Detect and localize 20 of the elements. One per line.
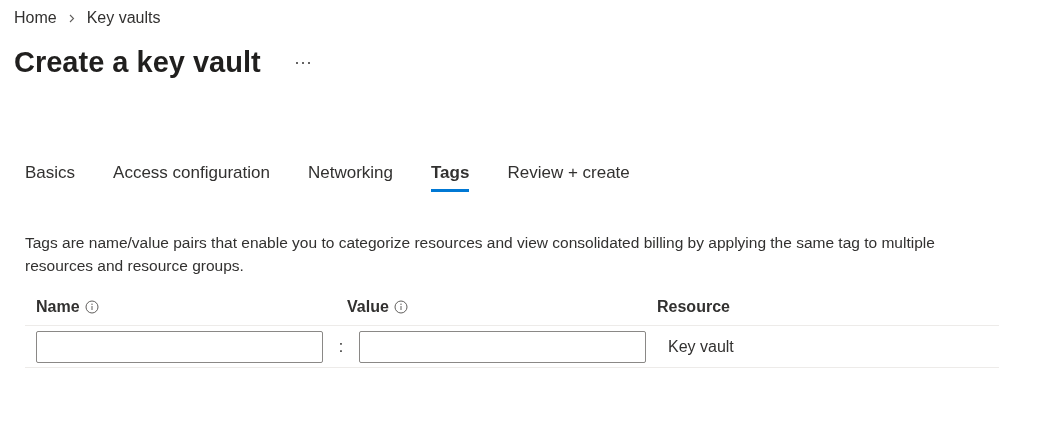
separator: :	[337, 337, 345, 356]
table-cell: Key vault	[668, 337, 734, 356]
breadcrumb-link[interactable]: Home	[14, 9, 57, 27]
name-input-field[interactable]	[36, 330, 323, 363]
column-header: Resource	[657, 298, 730, 316]
page-title: Create a key vault	[14, 45, 261, 79]
tab[interactable]: Basics	[25, 148, 76, 192]
column-header: Name	[36, 298, 80, 316]
value-input-field[interactable]	[359, 330, 646, 363]
info-icon[interactable]	[84, 300, 99, 314]
tab[interactable]: Access configuration	[113, 148, 270, 192]
info-icon[interactable]	[393, 300, 408, 314]
tab[interactable]: Review + create	[507, 148, 630, 192]
breadcrumb-link[interactable]: Key vaults	[86, 9, 161, 27]
tab[interactable]: Tags	[431, 148, 470, 192]
chevron-icon	[68, 13, 75, 23]
column-header: Value	[347, 298, 389, 316]
more-icon[interactable]	[294, 61, 311, 65]
tab[interactable]: Networking	[307, 148, 393, 192]
description: Tags are name/value pairs that enable you to categorize resources and view consolidated billing by applying the same tag to multiple resources and resource groups.	[25, 233, 936, 276]
